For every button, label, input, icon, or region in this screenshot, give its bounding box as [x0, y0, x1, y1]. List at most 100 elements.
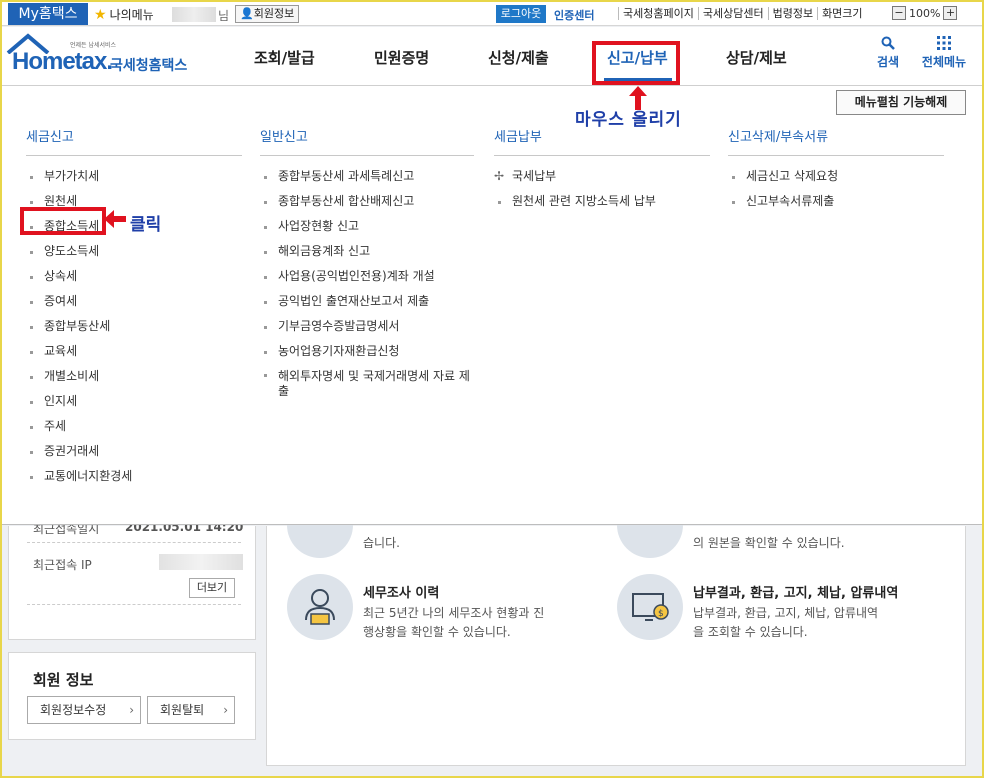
all-menu-label: 전체메뉴: [921, 55, 967, 69]
nav-civil-certificate[interactable]: 민원증명: [374, 47, 429, 68]
menu-item[interactable]: 종합부동산세 합산배제신고: [260, 189, 474, 214]
annotation-highlight-nav: [592, 41, 680, 85]
name-suffix: 님: [218, 9, 230, 23]
menu-column-tax-report: 세금신고 부가가치세 원천세 종합소득세 양도소득세 상속세 증여세 종합부동산…: [26, 126, 242, 489]
menu-item[interactable]: 해외금융계좌 신고: [260, 239, 474, 264]
payment-desc-1: 납부결과, 환급, 고지, 체납, 압류내역: [693, 606, 879, 620]
blurred-ip: [159, 554, 243, 570]
logo-text: Hometax.: [12, 48, 113, 75]
annotation-highlight-menu-item: [20, 207, 106, 235]
menu-column-general-report: 일반신고 종합부동산세 과세특례신고 종합부동산세 합산배제신고 사업장현황 신…: [260, 126, 474, 402]
payment-monitor-icon: $: [632, 593, 669, 621]
menu-item-vat[interactable]: 부가가치세: [26, 164, 242, 189]
divider: [27, 604, 241, 605]
menu-item[interactable]: 사업용(공익법인전용)계좌 개설: [260, 264, 474, 289]
menu-column-title: 일반신고: [260, 126, 474, 156]
zoom-value: 100%: [909, 6, 941, 20]
grid-icon: [937, 36, 951, 50]
menu-column-title: 세금납부: [494, 126, 710, 156]
top-link-law-info[interactable]: 법령정보: [767, 7, 817, 20]
payment-desc-2: 을 조회할 수 있습니다.: [693, 625, 808, 639]
audit-title[interactable]: 세무조사 이력: [363, 582, 439, 601]
menu-item-national-tax-payment[interactable]: ✢ 국세납부: [494, 164, 710, 189]
arrow-left-icon: [104, 210, 126, 228]
withdraw-member-button[interactable]: 회원탈퇴: [147, 696, 235, 724]
zoom-out-button[interactable]: −: [892, 6, 906, 20]
menu-item-label: 국세납부: [512, 169, 557, 183]
main-header: 언제든 납세서비스 Hometax. 국세청홈택스 조회/발급 민원증명 신청/…: [2, 27, 982, 85]
last-ip-label: 최근접속 IP: [33, 558, 92, 572]
member-info-panel: 회원 정보 회원정보수정 회원탈퇴: [8, 652, 256, 740]
annotation-hover-text: 마우스 올리기: [575, 110, 682, 130]
menu-item[interactable]: 공익법인 출연재산보고서 제출: [260, 289, 474, 314]
nav-consult-report[interactable]: 상담/제보: [726, 47, 787, 68]
nav-inquiry-issue[interactable]: 조회/발급: [254, 47, 315, 68]
mega-menu-dropdown: 메뉴펼침 기능해제 세금신고 부가가치세 원천세 종합소득세 양도소득세 상속세…: [2, 85, 982, 525]
more-button[interactable]: 더보기: [189, 578, 235, 598]
payment-title[interactable]: 납부결과, 환급, 고지, 체납, 압류내역: [693, 582, 898, 601]
top-left-desc: 습니다.: [363, 536, 400, 550]
menu-item-transport-energy[interactable]: 교통에너지환경세: [26, 464, 242, 489]
services-panel: 습니다. 의 원본을 확인할 수 있습니다. 세무조사 이력 최근 5년간 나의…: [266, 492, 966, 766]
payment-item[interactable]: $: [617, 574, 683, 640]
my-menu-label: 나의메뉴: [109, 8, 154, 22]
menu-item-liquor[interactable]: 주세: [26, 414, 242, 439]
zoom-in-button[interactable]: +: [943, 6, 958, 20]
menu-item[interactable]: 해외투자명세 및 국제거래명세 자료 제출: [260, 364, 474, 402]
audit-item[interactable]: [287, 574, 353, 640]
menu-item-local-income-tax[interactable]: 원천세 관련 지방소득세 납부: [494, 189, 710, 214]
menu-item[interactable]: 농어업용기자재환급신청: [260, 339, 474, 364]
top-link-consult-center[interactable]: 국세상담센터: [697, 7, 768, 20]
auditor-icon: [305, 589, 335, 625]
search-button[interactable]: 검색: [870, 36, 906, 70]
nav-apply-submit[interactable]: 신청/제출: [488, 47, 549, 68]
menu-column-title: 세금신고: [26, 126, 242, 156]
all-menu-button[interactable]: 전체메뉴: [916, 36, 972, 70]
menu-item-inheritance[interactable]: 상속세: [26, 264, 242, 289]
svg-text:$: $: [658, 609, 664, 619]
menu-item[interactable]: 기부금영수증발급명세서: [260, 314, 474, 339]
menu-item[interactable]: 종합부동산세 과세특례신고: [260, 164, 474, 189]
menu-item-stamp[interactable]: 인지세: [26, 389, 242, 414]
logo-korean: 국세청홈택스: [110, 58, 188, 74]
audit-desc-2: 행상황을 확인할 수 있습니다.: [363, 625, 511, 639]
disable-menu-expand-button[interactable]: 메뉴펼침 기능해제: [836, 90, 966, 115]
logout-button[interactable]: 로그아웃: [496, 5, 546, 23]
top-right-desc: 의 원본을 확인할 수 있습니다.: [693, 536, 845, 550]
top-links: 국세청홈페이지 국세상담센터 법령정보 화면크기: [618, 7, 867, 20]
menu-item-delete-request[interactable]: 세금신고 삭제요청: [728, 164, 944, 189]
menu-item-securities[interactable]: 증권거래세: [26, 439, 242, 464]
menu-item-education[interactable]: 교육세: [26, 339, 242, 364]
member-panel-title: 회원 정보: [33, 671, 94, 689]
top-utility-bar: My홈택스 ★ 나의메뉴 님 👤회원정보 로그아웃 인증센터 국세청홈페이지 국…: [2, 2, 982, 26]
top-link-nts-home[interactable]: 국세청홈페이지: [618, 7, 698, 20]
search-icon: [881, 36, 895, 50]
menu-column-delete-attach: 신고삭제/부속서류 세금신고 삭제요청 신고부속서류제출: [728, 126, 944, 214]
divider: [27, 542, 241, 543]
login-info-panel: 최근접속일시 2021.05.01 14:20 최근접속 IP 더보기: [8, 520, 256, 640]
search-label: 검색: [876, 55, 900, 69]
menu-item-capital-gains[interactable]: 양도소득세: [26, 239, 242, 264]
audit-desc-1: 최근 5년간 나의 세무조사 현황과 진: [363, 606, 545, 620]
member-info-label: 회원정보: [253, 7, 295, 20]
my-hometax-button[interactable]: My홈택스: [8, 3, 88, 25]
my-menu-link[interactable]: ★ 나의메뉴: [94, 6, 154, 23]
top-link-screen-size: 화면크기: [817, 7, 866, 20]
star-icon: ★: [94, 6, 107, 23]
member-info-button[interactable]: 👤회원정보: [235, 5, 300, 23]
menu-column-tax-payment: 세금납부 ✢ 국세납부 원천세 관련 지방소득세 납부: [494, 126, 710, 214]
hometax-logo[interactable]: 언제든 납세서비스 Hometax. 국세청홈택스: [6, 32, 192, 78]
menu-item-consumption[interactable]: 개별소비세: [26, 364, 242, 389]
menu-item-gift[interactable]: 증여세: [26, 289, 242, 314]
cert-center-link[interactable]: 인증센터: [554, 7, 594, 23]
blurred-user-name: [172, 7, 216, 22]
annotation-click-text: 클릭: [130, 215, 162, 235]
menu-item[interactable]: 사업장현황 신고: [260, 214, 474, 239]
menu-column-title: 신고삭제/부속서류: [728, 126, 944, 156]
plus-icon: ✢: [494, 169, 505, 183]
menu-item-property[interactable]: 종합부동산세: [26, 314, 242, 339]
person-icon: 👤: [240, 7, 254, 20]
edit-member-button[interactable]: 회원정보수정: [27, 696, 141, 724]
zoom-control: − 100% +: [892, 6, 958, 20]
menu-item-attach-docs[interactable]: 신고부속서류제출: [728, 189, 944, 214]
